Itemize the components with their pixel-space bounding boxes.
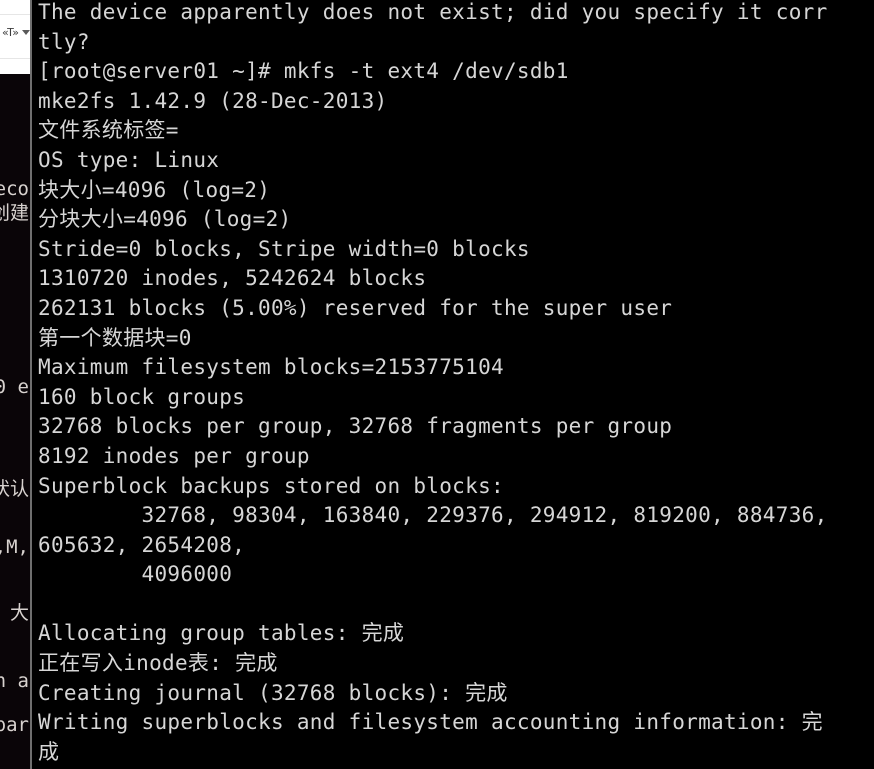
terminal-line: Creating journal (32768 blocks): 完成 [38, 680, 508, 705]
toolbar-glyph-label[interactable]: «T» [2, 26, 19, 39]
terminal-line: tly? [38, 29, 90, 54]
terminal-line: Stride=0 blocks, Stripe width=0 blocks [38, 236, 530, 261]
background-text-fragment: par [0, 714, 29, 736]
terminal-line: OS type: Linux [38, 147, 220, 172]
screen: «T» reco 创建 0 e 状认 ,M, 大 en a par The de… [0, 0, 874, 769]
terminal-line: The device apparently does not exist; di… [38, 0, 828, 24]
terminal-line: 160 block groups [38, 384, 246, 409]
background-text-fragment: 0 e [0, 376, 29, 398]
background-text-fragment: 创建 [0, 202, 29, 224]
terminal-line: Superblock backups stored on blocks: [38, 473, 504, 498]
terminal-line: 第一个数据块=0 [38, 325, 192, 350]
background-text-fragment: 状认 [0, 478, 29, 500]
terminal-line: 605632, 2654208, [38, 532, 246, 557]
terminal-line: 32768 blocks per group, 32768 fragments … [38, 414, 673, 439]
terminal-output[interactable]: The device apparently does not exist; di… [38, 0, 874, 769]
toolbar-divider-top [0, 14, 30, 15]
background-terminal[interactable]: reco 创建 0 e 状认 ,M, 大 en a par [0, 74, 30, 769]
background-text-fragment: ,M, [0, 536, 29, 558]
terminal-line: 成 [38, 739, 60, 764]
background-text-fragment: en a [0, 670, 29, 692]
background-window-toolbar[interactable]: «T» [0, 0, 30, 75]
terminal-line: 分块大小=4096 (log=2) [38, 207, 292, 232]
terminal-line: Allocating group tables: 完成 [38, 621, 405, 646]
terminal-line: 正在写入inode表: 完成 [38, 651, 278, 676]
terminal-line: 1310720 inodes, 5242624 blocks [38, 266, 427, 291]
terminal-line: 文件系统标签= [38, 118, 179, 143]
background-window[interactable]: «T» reco 创建 0 e 状认 ,M, 大 en a par [0, 0, 30, 769]
terminal-line: [root@server01 ~]# mkfs -t ext4 /dev/sdb… [38, 59, 569, 84]
terminal-line: 32768, 98304, 163840, 229376, 294912, 81… [38, 503, 828, 528]
terminal-line: 262131 blocks (5.00%) reserved for the s… [38, 295, 673, 320]
terminal-line: 8192 inodes per group [38, 443, 310, 468]
terminal-window[interactable]: The device apparently does not exist; di… [30, 0, 874, 769]
terminal-line: 4096000 [38, 562, 233, 587]
terminal-line: mke2fs 1.42.9 (28-Dec-2013) [38, 88, 388, 113]
terminal-line: Maximum filesystem blocks=2153775104 [38, 355, 504, 380]
background-text-fragment: reco [0, 178, 29, 200]
terminal-line: Writing superblocks and filesystem accou… [38, 710, 823, 735]
terminal-line: 块大小=4096 (log=2) [38, 177, 271, 202]
chevron-down-icon[interactable] [22, 30, 30, 35]
toolbar-divider-bottom [0, 58, 30, 59]
background-text-fragment: 大 [9, 602, 29, 624]
